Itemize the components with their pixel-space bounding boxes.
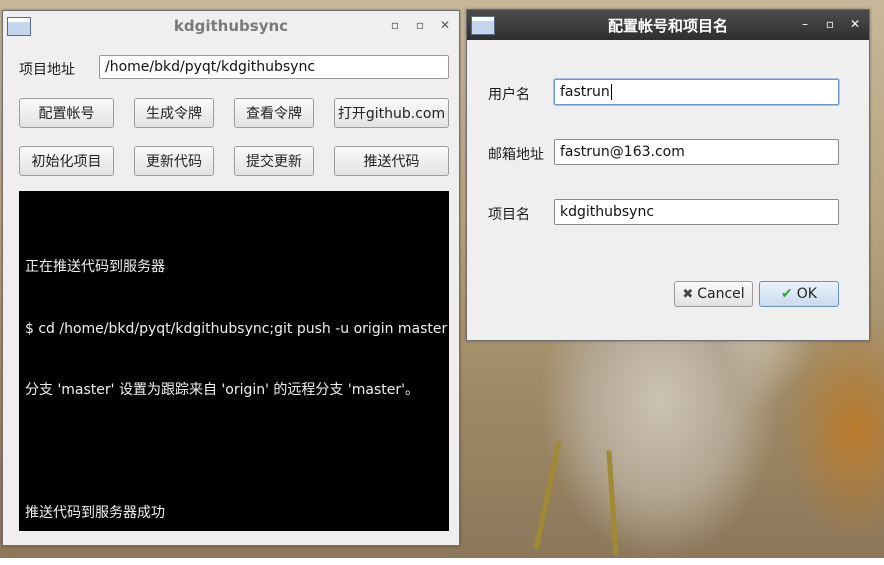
console-line: 正在推送代码到服务器 (25, 259, 165, 275)
close-icon[interactable]: ✕ (438, 18, 452, 32)
maximize-icon[interactable]: ▫ (413, 18, 427, 32)
cancel-label: Cancel (697, 286, 745, 302)
project-path-label: 项目地址 (19, 62, 75, 78)
bird-leg (606, 449, 619, 556)
minimize-icon[interactable]: – (798, 17, 812, 31)
commit-update-button[interactable]: 提交更新 (234, 146, 314, 176)
close-icon[interactable]: ✕ (848, 17, 862, 31)
bird-leg (533, 440, 562, 550)
email-value: fastrun@163.com (560, 144, 685, 160)
open-github-button[interactable]: 打开github.com (334, 98, 449, 128)
main-window: kdgithubsync ▫ ▫ ✕ 项目地址 /home/bkd/pyqt/k… (2, 10, 460, 546)
username-label: 用户名 (488, 87, 530, 103)
console-line: 分支 'master' 设置为跟踪来自 'origin' 的远程分支 'mast… (25, 382, 419, 398)
view-token-button[interactable]: 查看令牌 (234, 98, 314, 128)
dialog-titlebar[interactable]: 配置帐号和项目名 – ▫ ✕ (467, 10, 869, 40)
update-code-button[interactable]: 更新代码 (134, 146, 214, 176)
ok-button[interactable]: ✔ OK (759, 281, 839, 307)
email-label: 邮箱地址 (488, 147, 544, 163)
text-cursor (610, 84, 612, 100)
cancel-button[interactable]: ✖ Cancel (674, 281, 753, 307)
generate-token-button[interactable]: 生成令牌 (134, 98, 214, 128)
maximize-icon[interactable]: ▫ (823, 17, 837, 31)
init-project-button[interactable]: 初始化项目 (19, 146, 114, 176)
console-line: 推送代码到服务器成功 (25, 505, 165, 521)
project-name-value: kdgithubsync (560, 204, 655, 220)
username-input[interactable]: fastrun (554, 79, 839, 105)
push-code-button[interactable]: 推送代码 (334, 146, 449, 176)
email-input[interactable]: fastrun@163.com (554, 139, 839, 165)
config-dialog: 配置帐号和项目名 – ▫ ✕ 用户名 fastrun 邮箱地址 fastrun@… (466, 9, 870, 341)
checkmark-icon: ✔ (781, 286, 793, 302)
main-titlebar[interactable]: kdgithubsync ▫ ▫ ✕ (3, 11, 459, 41)
configure-account-button[interactable]: 配置帐号 (19, 98, 114, 128)
output-console[interactable]: 正在推送代码到服务器 $ cd /home/bkd/pyqt/kdgithubs… (19, 191, 449, 531)
cancel-icon: ✖ (682, 286, 694, 302)
ok-label: OK (796, 286, 817, 302)
console-line: $ cd /home/bkd/pyqt/kdgithubsync;git pus… (25, 320, 448, 337)
minimize-icon[interactable]: ▫ (388, 18, 402, 32)
project-name-label: 项目名 (488, 207, 530, 223)
project-path-value: /home/bkd/pyqt/kdgithubsync (105, 59, 316, 75)
project-name-input[interactable]: kdgithubsync (554, 199, 839, 225)
project-path-input[interactable]: /home/bkd/pyqt/kdgithubsync (99, 55, 449, 79)
username-value: fastrun (560, 84, 610, 100)
